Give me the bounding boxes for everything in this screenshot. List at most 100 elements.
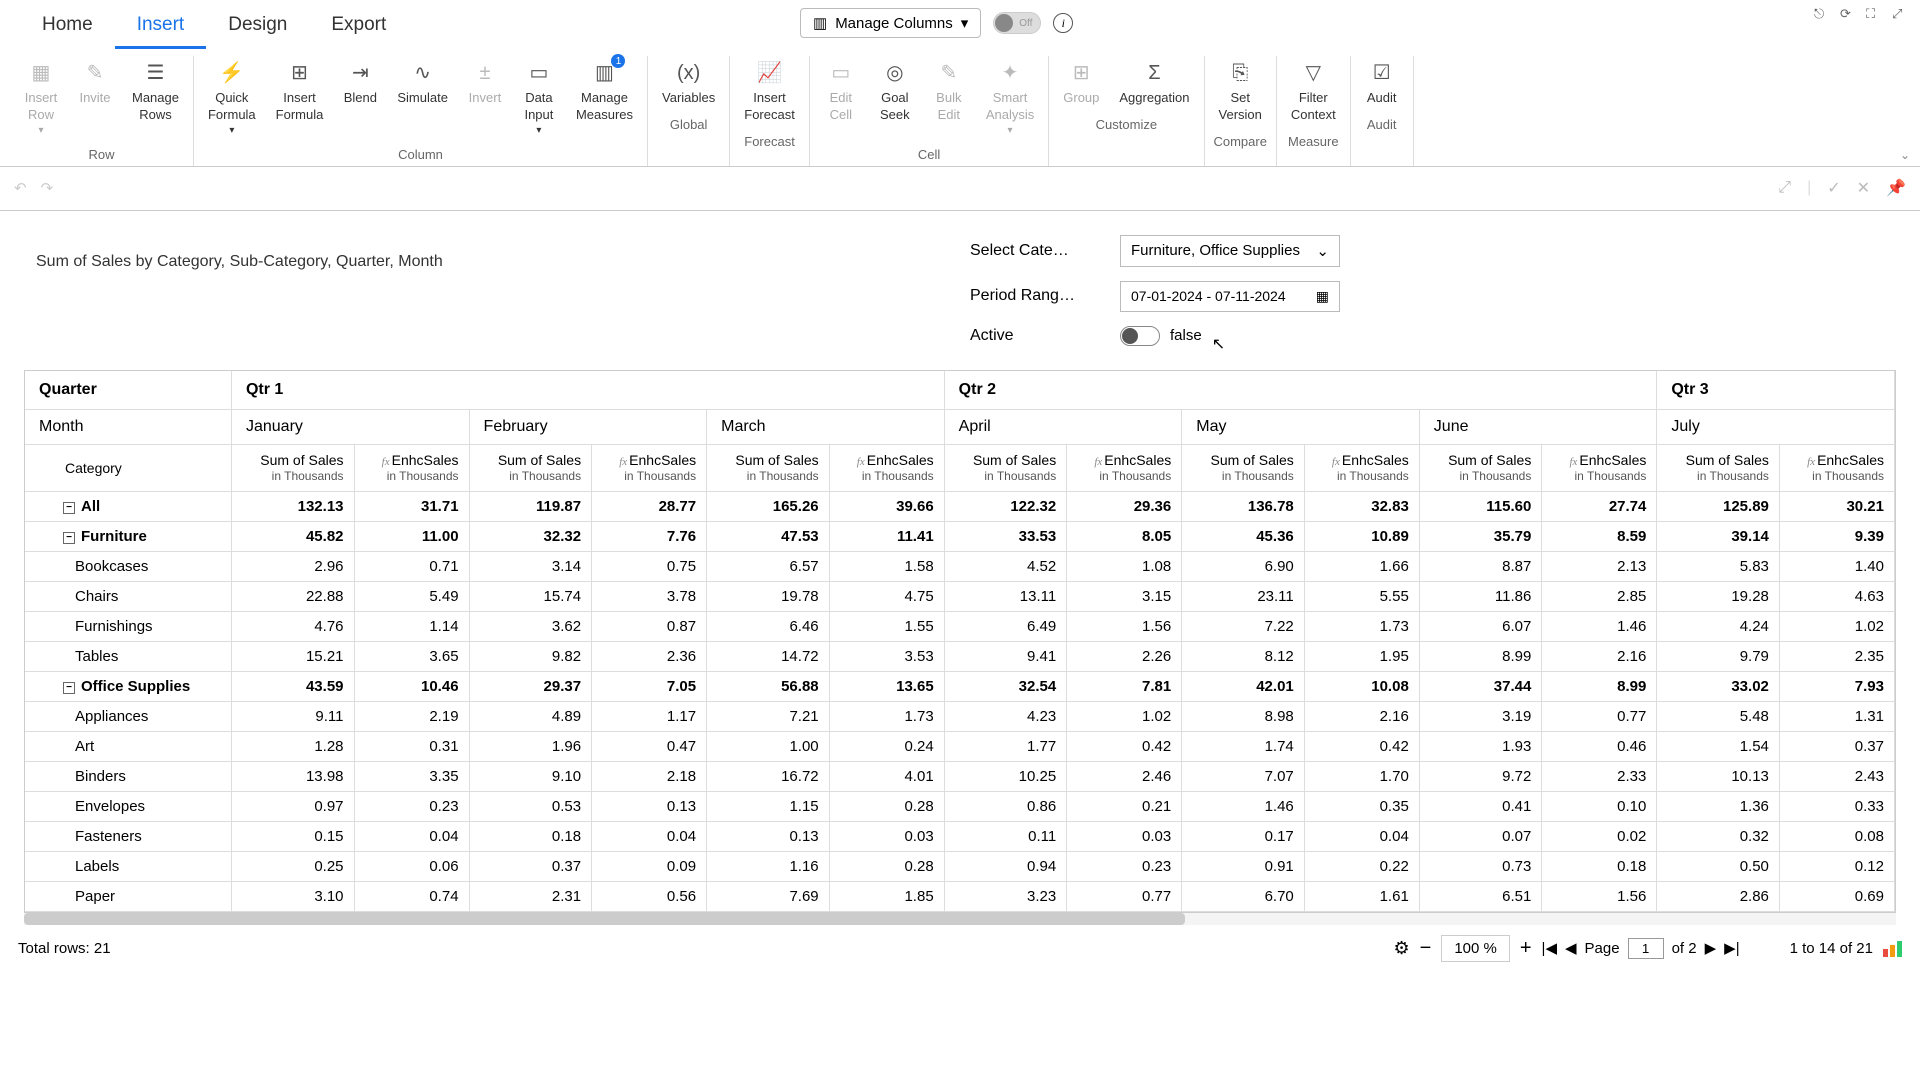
- data-cell[interactable]: 0.15: [231, 821, 354, 851]
- data-cell[interactable]: 1.95: [1304, 641, 1419, 671]
- data-cell[interactable]: 0.50: [1657, 851, 1780, 881]
- data-cell[interactable]: 132.13: [231, 491, 354, 521]
- data-cell[interactable]: 0.13: [592, 791, 707, 821]
- simulate-button[interactable]: ∿Simulate: [387, 56, 458, 141]
- data-cell[interactable]: 2.33: [1542, 761, 1657, 791]
- data-cell[interactable]: 0.56: [592, 881, 707, 911]
- data-cell[interactable]: 8.87: [1419, 551, 1542, 581]
- data-cell[interactable]: 1.00: [707, 731, 830, 761]
- row-label[interactable]: Tables: [25, 641, 231, 671]
- data-cell[interactable]: 1.17: [592, 701, 707, 731]
- data-cell[interactable]: 0.07: [1419, 821, 1542, 851]
- data-cell[interactable]: 1.96: [469, 731, 592, 761]
- data-cell[interactable]: 13.98: [231, 761, 354, 791]
- data-cell[interactable]: 1.70: [1304, 761, 1419, 791]
- data-cell[interactable]: 10.46: [354, 671, 469, 701]
- wc-4[interactable]: ⤢: [1892, 6, 1908, 22]
- data-cell[interactable]: 11.00: [354, 521, 469, 551]
- data-cell[interactable]: 3.35: [354, 761, 469, 791]
- data-cell[interactable]: 122.32: [944, 491, 1067, 521]
- data-cell[interactable]: 3.78: [592, 581, 707, 611]
- data-cell[interactable]: 119.87: [469, 491, 592, 521]
- page-prev-button[interactable]: ◀: [1565, 939, 1577, 957]
- hdr-enh[interactable]: fxEnhcSalesin Thousands: [1304, 444, 1419, 491]
- table-row[interactable]: Binders13.983.359.102.1816.724.0110.252.…: [25, 761, 1895, 791]
- data-cell[interactable]: 2.31: [469, 881, 592, 911]
- data-cell[interactable]: 1.02: [1779, 611, 1894, 641]
- data-cell[interactable]: 0.77: [1542, 701, 1657, 731]
- filter-context-button[interactable]: ▽FilterContext: [1281, 56, 1346, 128]
- data-cell[interactable]: 1.73: [829, 701, 944, 731]
- data-cell[interactable]: 45.82: [231, 521, 354, 551]
- data-cell[interactable]: 10.08: [1304, 671, 1419, 701]
- data-cell[interactable]: 13.11: [944, 581, 1067, 611]
- zoom-in-button[interactable]: +: [1520, 937, 1532, 960]
- data-cell[interactable]: 39.66: [829, 491, 944, 521]
- hdr-enh[interactable]: fxEnhcSalesin Thousands: [1067, 444, 1182, 491]
- collapse-icon[interactable]: −: [63, 502, 75, 514]
- data-cell[interactable]: 19.78: [707, 581, 830, 611]
- data-cell[interactable]: 0.31: [354, 731, 469, 761]
- set-version-button[interactable]: ⎘SetVersion: [1209, 56, 1272, 128]
- blend-button[interactable]: ⇥Blend: [333, 56, 387, 141]
- edit-cell-button[interactable]: ▭EditCell: [814, 56, 868, 141]
- row-label[interactable]: Binders: [25, 761, 231, 791]
- cancel-icon[interactable]: ✕: [1857, 178, 1870, 198]
- data-cell[interactable]: 6.90: [1182, 551, 1305, 581]
- data-cell[interactable]: 2.36: [592, 641, 707, 671]
- data-cell[interactable]: 6.70: [1182, 881, 1305, 911]
- data-cell[interactable]: 1.58: [829, 551, 944, 581]
- data-cell[interactable]: 47.53: [707, 521, 830, 551]
- table-row[interactable]: −Office Supplies43.5910.4629.377.0556.88…: [25, 671, 1895, 701]
- pin-icon[interactable]: 📌: [1886, 178, 1906, 198]
- data-cell[interactable]: 6.57: [707, 551, 830, 581]
- data-cell[interactable]: 1.31: [1779, 701, 1894, 731]
- data-cell[interactable]: 9.72: [1419, 761, 1542, 791]
- data-cell[interactable]: 9.10: [469, 761, 592, 791]
- data-cell[interactable]: 8.59: [1542, 521, 1657, 551]
- data-cell[interactable]: 0.13: [707, 821, 830, 851]
- data-cell[interactable]: 3.62: [469, 611, 592, 641]
- data-cell[interactable]: 1.36: [1657, 791, 1780, 821]
- row-label[interactable]: −Furniture: [25, 521, 231, 551]
- data-cell[interactable]: 4.89: [469, 701, 592, 731]
- data-cell[interactable]: 0.17: [1182, 821, 1305, 851]
- data-cell[interactable]: 7.22: [1182, 611, 1305, 641]
- data-cell[interactable]: 2.16: [1542, 641, 1657, 671]
- hdr-sum[interactable]: Sum of Salesin Thousands: [1419, 444, 1542, 491]
- data-cell[interactable]: 0.10: [1542, 791, 1657, 821]
- data-cell[interactable]: 0.53: [469, 791, 592, 821]
- expand-icon[interactable]: ⤢: [1778, 179, 1791, 197]
- data-cell[interactable]: 5.49: [354, 581, 469, 611]
- data-cell[interactable]: 37.44: [1419, 671, 1542, 701]
- data-cell[interactable]: 23.11: [1182, 581, 1305, 611]
- data-cell[interactable]: 9.79: [1657, 641, 1780, 671]
- row-label[interactable]: Fasteners: [25, 821, 231, 851]
- row-label[interactable]: Paper: [25, 881, 231, 911]
- data-cell[interactable]: 0.23: [1067, 851, 1182, 881]
- data-cell[interactable]: 7.81: [1067, 671, 1182, 701]
- data-cell[interactable]: 0.86: [944, 791, 1067, 821]
- row-label[interactable]: Bookcases: [25, 551, 231, 581]
- data-cell[interactable]: 2.35: [1779, 641, 1894, 671]
- data-cell[interactable]: 3.53: [829, 641, 944, 671]
- hdr-sum[interactable]: Sum of Salesin Thousands: [1657, 444, 1780, 491]
- data-cell[interactable]: 5.48: [1657, 701, 1780, 731]
- table-row[interactable]: Paper3.100.742.310.567.691.853.230.776.7…: [25, 881, 1895, 911]
- insert-formula-button[interactable]: ⊞InsertFormula: [266, 56, 334, 141]
- tab-insert[interactable]: Insert: [115, 0, 207, 49]
- smart-analysis-button[interactable]: ✦SmartAnalysis▾: [976, 56, 1044, 141]
- data-cell[interactable]: 0.09: [592, 851, 707, 881]
- data-cell[interactable]: 3.23: [944, 881, 1067, 911]
- row-label[interactable]: Art: [25, 731, 231, 761]
- insert-forecast-button[interactable]: 📈InsertForecast: [734, 56, 805, 128]
- data-cell[interactable]: 33.02: [1657, 671, 1780, 701]
- data-cell[interactable]: 42.01: [1182, 671, 1305, 701]
- accept-icon[interactable]: ✓: [1827, 178, 1840, 198]
- data-cell[interactable]: 1.40: [1779, 551, 1894, 581]
- data-cell[interactable]: 3.15: [1067, 581, 1182, 611]
- row-label[interactable]: Furnishings: [25, 611, 231, 641]
- data-cell[interactable]: 1.55: [829, 611, 944, 641]
- data-cell[interactable]: 0.73: [1419, 851, 1542, 881]
- scrollbar-thumb[interactable]: [24, 913, 1185, 925]
